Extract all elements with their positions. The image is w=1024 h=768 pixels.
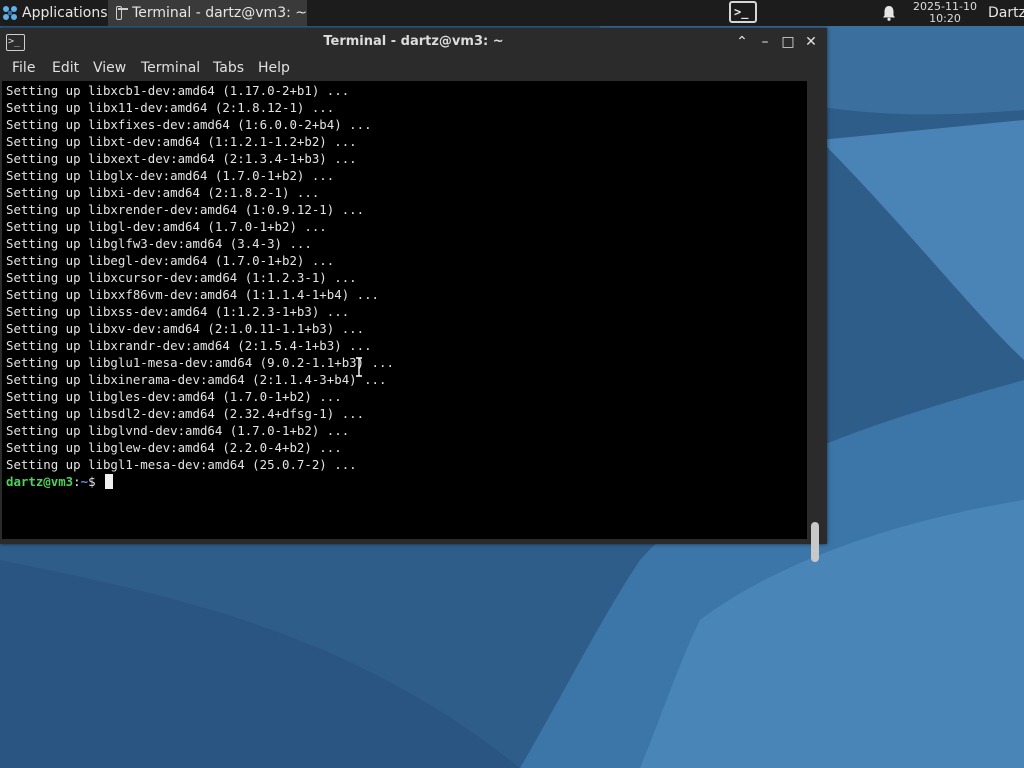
terminal-line: Setting up libxt-dev:amd64 (1:1.2.1-1.2+… [6,134,357,149]
terminal-line: Setting up libxv-dev:amd64 (2:1.0.11-1.1… [6,321,365,336]
terminal-line: Setting up libxss-dev:amd64 (1:1.2.3-1+b… [6,304,350,319]
menu-bar: File Edit View Terminal Tabs Help [0,56,827,80]
menu-edit[interactable]: Edit [52,56,79,80]
terminal-line: Setting up libglx-dev:amd64 (1.7.0-1+b2)… [6,168,335,183]
minimize-button[interactable]: – [757,34,773,50]
menu-file[interactable]: File [12,56,35,80]
terminal-line: Setting up libglew-dev:amd64 (2.2.0-4+b2… [6,440,342,455]
terminal-line: Setting up libxinerama-dev:amd64 (2:1.1.… [6,372,387,387]
terminal-line: Setting up libsdl2-dev:amd64 (2.32.4+dfs… [6,406,365,421]
taskbar-terminal-label: Terminal - dartz@vm3: ~ [132,5,307,21]
terminal-line: Setting up libglfw3-dev:amd64 (3.4-3) ..… [6,236,312,251]
scrollbar-track[interactable] [808,81,825,539]
clock-time: 10:20 [929,12,961,25]
terminal-window: >_ Terminal - dartz@vm3: ~ ⌃ – □ ✕ File … [0,28,827,562]
prompt-separator: : [73,474,81,489]
terminal-line: Setting up libx11-dev:amd64 (2:1.8.12-1)… [6,100,335,115]
terminal-line: Setting up libgl1-mesa-dev:amd64 (25.0.7… [6,457,357,472]
top-panel: Applications Terminal - dartz@vm3: ~ >_ … [0,0,1024,26]
terminal-line: Setting up libxi-dev:amd64 (2:1.8.2-1) .… [6,185,320,200]
window-titlebar[interactable]: >_ Terminal - dartz@vm3: ~ ⌃ – □ ✕ [0,28,827,56]
terminal-line: Setting up libxext-dev:amd64 (2:1.3.4-1+… [6,151,357,166]
terminal-lines: Setting up libxcb1-dev:amd64 (1.17.0-2+b… [6,82,394,490]
applications-logo-icon [3,6,17,20]
maximize-button[interactable]: □ [780,34,796,50]
text-cursor-icon [356,357,362,377]
terminal-line: Setting up libxxf86vm-dev:amd64 (1:1.1.4… [6,287,379,302]
shell-prompt[interactable]: dartz@vm3:~$ [6,473,394,490]
applications-label: Applications [22,5,108,21]
menu-view[interactable]: View [93,56,126,80]
terminal-line: Setting up libxcb1-dev:amd64 (1.17.0-2+b… [6,83,350,98]
close-button[interactable]: ✕ [803,34,819,50]
prompt-user: dartz@vm3 [6,474,74,489]
user-menu[interactable]: Dartz [988,0,1024,26]
window-title: Terminal - dartz@vm3: ~ [323,34,504,49]
prompt-path: ~ [80,474,89,489]
menu-terminal[interactable]: Terminal [141,56,200,80]
notification-bell-icon[interactable] [880,4,898,22]
terminal-line: Setting up libxrandr-dev:amd64 (2:1.5.4-… [6,338,372,353]
menu-tabs[interactable]: Tabs [213,56,244,80]
terminal-line: Setting up libgl-dev:amd64 (1.7.0-1+b2) … [6,219,327,234]
terminal-output[interactable]: Setting up libxcb1-dev:amd64 (1.17.0-2+b… [2,81,807,539]
clock[interactable]: 2025-11-10 10:20 [905,1,985,25]
terminal-cursor [105,474,114,489]
terminal-line: Setting up libxfixes-dev:amd64 (1:6.0.0-… [6,117,372,132]
applications-menu-button[interactable]: Applications [0,0,112,26]
scrollbar-thumb[interactable] [811,522,819,562]
terminal-line: Setting up libglu1-mesa-dev:amd64 (9.0.2… [6,355,394,370]
taskbar-terminal-button[interactable]: Terminal - dartz@vm3: ~ [108,0,307,26]
prompt-symbol: $ [88,474,96,489]
terminal-line: Setting up libxrender-dev:amd64 (1:0.9.1… [6,202,365,217]
terminal-window-icon [116,6,129,20]
terminal-launcher-icon[interactable]: >_ [729,1,757,23]
terminal-line: Setting up libegl-dev:amd64 (1.7.0-1+b2)… [6,253,335,268]
terminal-line: Setting up libglvnd-dev:amd64 (1.7.0-1+b… [6,423,350,438]
terminal-line: Setting up libxcursor-dev:amd64 (1:1.2.3… [6,270,357,285]
chevron-up-icon[interactable]: ⌃ [734,34,750,50]
menu-help[interactable]: Help [258,56,290,80]
terminal-line: Setting up libgles-dev:amd64 (1.7.0-1+b2… [6,389,342,404]
